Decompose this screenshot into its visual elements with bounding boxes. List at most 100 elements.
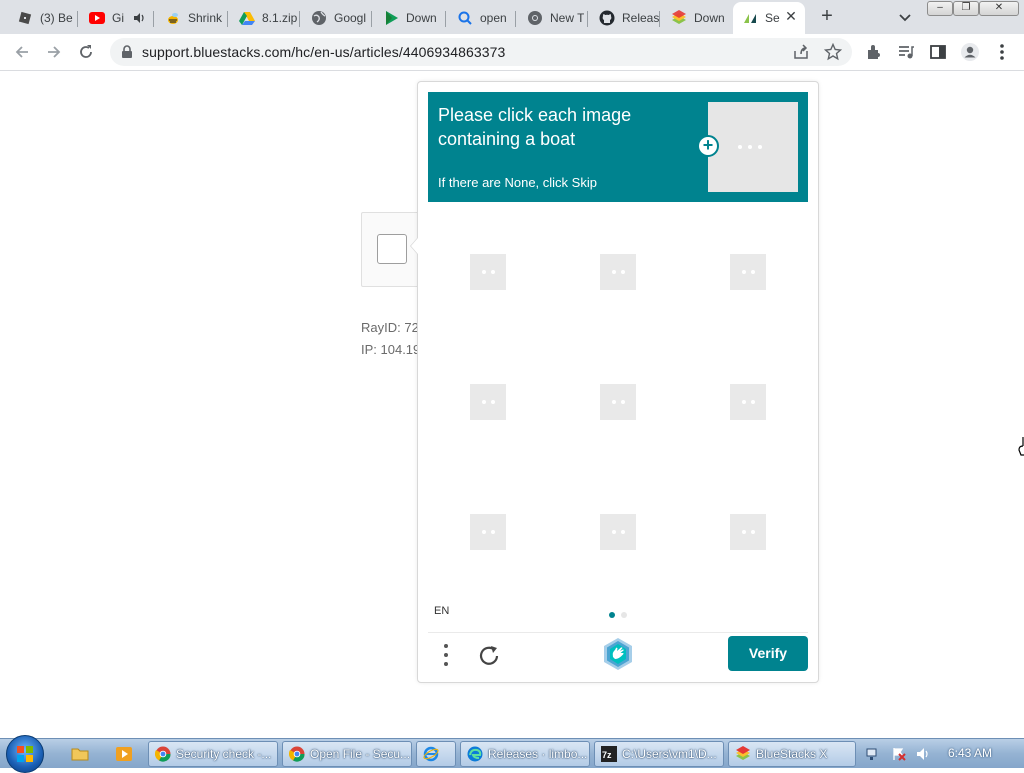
mouse-cursor-icon	[1017, 436, 1024, 456]
tab-label: Releas	[622, 11, 660, 25]
tab-releases[interactable]: Releas	[590, 4, 660, 32]
tab-separator	[227, 11, 228, 27]
media-control-icon[interactable]	[896, 42, 916, 62]
tab-shrink[interactable]: Shrink	[156, 4, 228, 32]
chrome-icon	[288, 746, 305, 762]
task-label: BlueStacks X	[756, 747, 828, 761]
tab-label: Down	[406, 11, 437, 25]
image-cell[interactable]	[428, 472, 558, 602]
language-selector[interactable]: EN	[434, 605, 449, 617]
loading-dots	[742, 530, 755, 534]
taskbar-item-7zip[interactable]: 7z C:\Users\vm1\D...	[594, 741, 724, 767]
tab-label: (3) Be	[40, 11, 73, 25]
start-button[interactable]	[6, 735, 44, 773]
tab-roblox[interactable]: (3) Be	[8, 4, 78, 32]
url-text[interactable]: support.bluestacks.com/hc/en-us/articles…	[142, 44, 505, 60]
bee-icon	[165, 10, 181, 26]
image-cell[interactable]	[558, 472, 688, 602]
loading-dots	[742, 400, 755, 404]
tab-separator	[299, 11, 300, 27]
bluestacks-icon	[671, 10, 687, 26]
taskbar-item-releases[interactable]: Releases · limbo...	[460, 741, 590, 767]
loading-dots	[742, 270, 755, 274]
task-label: Releases · limbo...	[488, 747, 588, 761]
expand-example-icon[interactable]: +	[697, 135, 719, 157]
verify-checkbox[interactable]	[377, 234, 407, 264]
page-dot	[621, 612, 627, 618]
page-content: RayID: 72 IP: 104.19 Please click each i…	[0, 72, 1024, 738]
reload-icon[interactable]	[76, 42, 96, 62]
tab-separator	[153, 11, 154, 27]
page-dot-active	[609, 612, 615, 618]
tab-security-check[interactable]: Se ✕	[733, 2, 805, 34]
svg-text:7z: 7z	[602, 750, 612, 760]
image-placeholder	[470, 514, 506, 550]
loading-dots	[482, 530, 495, 534]
lock-icon[interactable]	[120, 45, 134, 59]
roblox-icon	[17, 10, 33, 26]
speaker-icon[interactable]	[132, 11, 146, 25]
minimize-button[interactable]: –	[927, 1, 953, 16]
tab-download[interactable]: Down	[374, 4, 446, 32]
edge-icon	[467, 746, 483, 762]
forward-icon[interactable]	[44, 42, 64, 62]
bookmark-star-icon[interactable]	[823, 42, 843, 61]
bluestacks-icon	[735, 746, 751, 762]
side-panel-icon[interactable]	[928, 42, 948, 62]
windows-taskbar: Security check -... Open File - Secu... …	[0, 735, 1024, 773]
clock[interactable]: 6:43 AM	[948, 746, 992, 760]
tab-new[interactable]: New T	[518, 4, 588, 32]
tab-label: New T	[550, 11, 585, 25]
action-center-icon[interactable]	[892, 747, 906, 761]
tab-separator	[515, 11, 516, 27]
media-player-icon[interactable]	[114, 744, 134, 764]
address-bar[interactable]: support.bluestacks.com/hc/en-us/articles…	[110, 38, 852, 66]
image-placeholder	[470, 384, 506, 420]
play-icon	[383, 10, 399, 26]
restore-button[interactable]: ❐	[953, 1, 979, 16]
task-label: Security check -...	[176, 747, 272, 761]
taskbar-item-security-check[interactable]: Security check -...	[148, 741, 278, 767]
tab-label: Se	[765, 11, 780, 25]
more-options-icon[interactable]	[436, 642, 456, 668]
close-tab-icon[interactable]: ✕	[783, 8, 799, 24]
popup-pointer	[410, 237, 418, 255]
back-icon[interactable]	[12, 42, 32, 62]
image-cell[interactable]	[428, 342, 558, 472]
verify-button[interactable]: Verify	[728, 636, 808, 671]
example-image[interactable]	[708, 102, 798, 192]
network-icon[interactable]	[866, 747, 880, 761]
tab-search-icon[interactable]	[896, 8, 914, 26]
tab-open[interactable]: open	[448, 4, 516, 32]
tab-separator	[659, 11, 660, 27]
image-cell[interactable]	[688, 472, 818, 602]
loading-dots	[482, 270, 495, 274]
tab-youtube[interactable]: Gi	[80, 4, 154, 32]
hcaptcha-logo-icon[interactable]	[601, 637, 635, 671]
tab-download-bluestacks[interactable]: Down	[662, 4, 732, 32]
browser-menu-icon[interactable]	[992, 42, 1012, 62]
image-placeholder	[730, 254, 766, 290]
new-tab-button[interactable]: +	[815, 6, 839, 28]
file-explorer-icon[interactable]	[70, 744, 90, 764]
tab-google[interactable]: Googl	[302, 4, 372, 32]
extensions-icon[interactable]	[864, 42, 884, 62]
google-drive-icon	[239, 10, 255, 26]
refresh-challenge-icon[interactable]	[476, 642, 504, 670]
image-cell[interactable]	[428, 212, 558, 342]
image-cell[interactable]	[558, 212, 688, 342]
tab-drive[interactable]: 8.1.zip	[230, 4, 300, 32]
divider	[428, 632, 808, 633]
profile-avatar-icon[interactable]	[960, 42, 980, 62]
close-window-button[interactable]: ✕	[979, 1, 1019, 16]
image-cell[interactable]	[688, 212, 818, 342]
taskbar-item-open-file[interactable]: Open File - Secu...	[282, 741, 412, 767]
share-icon[interactable]	[792, 43, 810, 61]
loading-dots	[738, 145, 762, 149]
taskbar-item-ie[interactable]	[416, 741, 456, 767]
image-cell[interactable]	[688, 342, 818, 472]
taskbar-item-bluestacks[interactable]: BlueStacks X	[728, 741, 856, 767]
loading-dots	[612, 270, 625, 274]
volume-icon[interactable]	[916, 747, 930, 761]
image-cell[interactable]	[558, 342, 688, 472]
